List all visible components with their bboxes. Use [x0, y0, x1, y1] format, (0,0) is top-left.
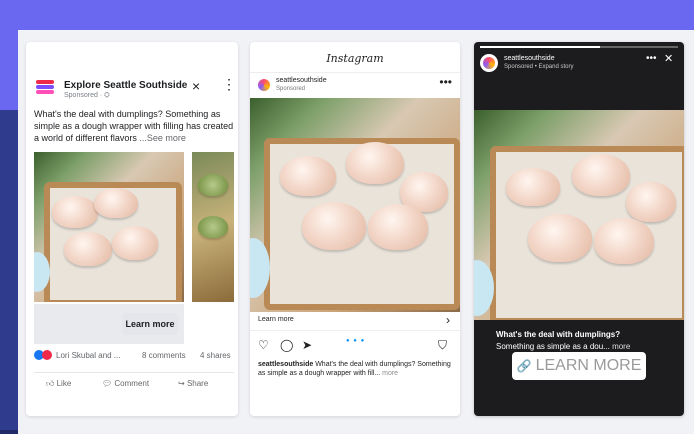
share-label: Share	[186, 379, 209, 388]
instagram-logo: Instagram	[326, 52, 384, 65]
share-button[interactable]: ↪ Share	[178, 379, 208, 388]
action-bar: 👍︎ Like 💬︎ Comment ↪ Share	[34, 372, 234, 393]
comment-icon: 💬︎	[102, 379, 113, 388]
share-icon: ↪	[178, 379, 185, 388]
link-icon: 🔗	[516, 359, 532, 373]
see-more-link[interactable]: ...See more	[139, 133, 186, 143]
send-icon[interactable]: ➤	[302, 338, 312, 352]
reactions-text[interactable]: Lori Skubal and ...	[56, 351, 120, 360]
story-caption-line1: What's the deal with dumplings?	[496, 330, 621, 339]
chevron-right-icon: ›	[446, 313, 450, 327]
close-icon[interactable]: ✕	[664, 52, 673, 65]
username[interactable]: seattlesouthside	[276, 77, 327, 84]
comments-count[interactable]: 8 comments	[142, 351, 186, 360]
carousel-image-2[interactable]	[192, 152, 234, 302]
post-header: seattlesouthside Sponsored •••	[250, 72, 460, 97]
caption-username[interactable]: seattlesouthside	[258, 361, 313, 368]
carousel-dots: ● ● ●	[346, 338, 366, 344]
learn-more-bar[interactable]: Learn more ›	[250, 312, 460, 331]
brand-logo-icon	[36, 80, 56, 96]
learn-more-button[interactable]: Learn more	[122, 313, 178, 335]
comment-button[interactable]: 💬︎ Comment	[102, 379, 149, 388]
shares-count[interactable]: 4 shares	[200, 351, 231, 360]
story-caption-line2: Something as simple as a dou... more	[496, 342, 630, 351]
page-name[interactable]: Explore Seattle Southside	[64, 80, 187, 91]
caption: seattlesouthside What's the deal with du…	[258, 360, 454, 378]
caption-more-link[interactable]: more	[382, 370, 398, 377]
like-button[interactable]: 👍︎ Like	[46, 379, 71, 389]
facebook-ad-preview: Explore Seattle Southside Sponsored · ⛭ …	[26, 42, 238, 416]
carousel-image-1[interactable]	[34, 152, 184, 302]
sponsored-label: Sponsored · ⛭	[64, 92, 110, 99]
sponsored-label[interactable]: Sponsored • Expand story	[504, 64, 573, 70]
more-options-icon[interactable]: •••	[439, 75, 452, 89]
avatar[interactable]	[480, 54, 498, 72]
comment-icon[interactable]: ◯	[280, 338, 293, 352]
more-options-icon[interactable]: ⋮	[222, 77, 236, 91]
comment-label: Comment	[114, 379, 150, 388]
learn-more-label: LEARN MORE	[535, 357, 642, 374]
story-caption-text: Something as simple as a dou...	[496, 342, 610, 351]
post-image[interactable]	[250, 98, 460, 312]
instagram-feed-preview: Instagram seattlesouthside Sponsored •••…	[250, 42, 460, 416]
bookmark-icon[interactable]: ⛉	[438, 338, 447, 353]
sponsored-label: Sponsored	[276, 86, 306, 92]
username[interactable]: seattlesouthside	[504, 55, 555, 62]
post-text: What's the deal with dumplings? Somethin…	[34, 108, 234, 144]
story-image	[474, 110, 684, 320]
avatar[interactable]	[258, 79, 270, 91]
thumbs-up-icon: 👍︎	[46, 379, 55, 388]
close-icon[interactable]: ×	[192, 78, 200, 94]
learn-more-label: Learn more	[258, 316, 294, 323]
like-label: Like	[56, 379, 72, 388]
story-more-link[interactable]: more	[610, 342, 630, 351]
top-accent-band	[0, 0, 694, 30]
story-progress-bar	[480, 46, 678, 48]
heart-icon[interactable]: ♡	[258, 338, 269, 352]
love-reaction-icon	[42, 350, 52, 360]
post-body: What's the deal with dumplings? Somethin…	[34, 109, 234, 143]
learn-more-button[interactable]: 🔗 LEARN MORE	[512, 352, 646, 380]
cta-row: Learn more	[34, 304, 184, 344]
instagram-story-preview: seattlesouthside Sponsored • Expand stor…	[474, 42, 684, 416]
more-options-icon[interactable]: •••	[646, 53, 657, 64]
